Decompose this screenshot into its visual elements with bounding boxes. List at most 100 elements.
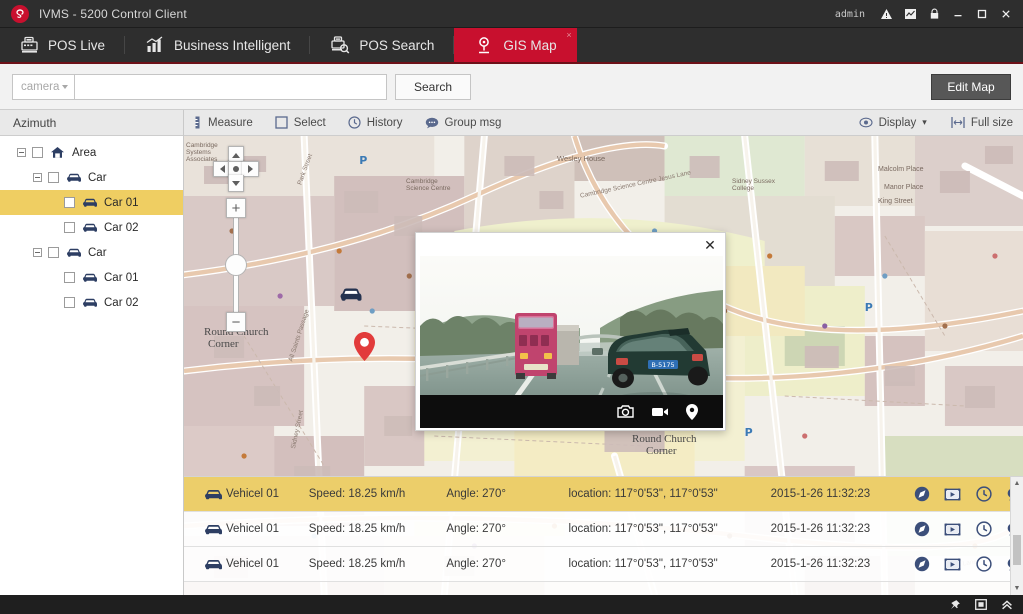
resource-type-select[interactable]: camera — [12, 73, 74, 100]
table-scrollbar[interactable]: ▲ ▼ — [1010, 477, 1023, 595]
locate-on-map-icon[interactable] — [913, 521, 930, 538]
vehicle-marker[interactable] — [339, 286, 363, 303]
tab-label: GIS Map — [503, 37, 557, 53]
alarm-warning-icon[interactable] — [875, 3, 897, 25]
expand-up-icon[interactable] — [1001, 599, 1013, 611]
expand-toggle-icon[interactable] — [33, 248, 42, 257]
expand-toggle-icon[interactable] — [33, 173, 42, 182]
maximize-icon[interactable] — [971, 3, 993, 25]
play-video-icon[interactable] — [944, 556, 961, 573]
history-clock-icon[interactable] — [975, 521, 992, 538]
measure-tool-button[interactable]: Measure — [194, 116, 253, 129]
group-msg-button[interactable]: Group msg — [425, 117, 501, 129]
tree-checkbox[interactable] — [48, 247, 59, 258]
pin-icon[interactable] — [949, 599, 961, 611]
snapshot-icon[interactable] — [617, 404, 634, 419]
full-size-button[interactable]: Full size — [951, 116, 1013, 129]
workspace: Azimuth Area Car Car 01 Car 02 Car Car 0… — [0, 110, 1023, 595]
scrollbar-thumb[interactable] — [1013, 535, 1021, 565]
tree-item-car-02[interactable]: Car 02 — [0, 215, 183, 240]
tab-pos-search[interactable]: POS Search — [310, 28, 455, 62]
tree-item-car-01[interactable]: Car 01 — [0, 265, 183, 290]
video-toolbar — [420, 395, 723, 428]
tab-pos-live[interactable]: POS Live — [0, 28, 126, 62]
expand-toggle-icon[interactable] — [17, 148, 26, 157]
panel-icon[interactable] — [975, 599, 987, 610]
tree-checkbox[interactable] — [64, 222, 75, 233]
locate-on-map-icon[interactable] — [913, 556, 930, 573]
scroll-down-icon[interactable]: ▼ — [1011, 582, 1023, 595]
history-tool-button[interactable]: History — [348, 116, 403, 129]
pan-down-button[interactable] — [228, 175, 244, 192]
search-button[interactable]: Search — [395, 73, 471, 100]
tab-gis-map[interactable]: GIS Map × — [454, 28, 577, 62]
play-video-icon[interactable] — [944, 486, 961, 503]
tab-business-intelligent[interactable]: Business Intelligent — [125, 28, 311, 62]
car-icon — [82, 197, 98, 208]
tree-item-car-group-1[interactable]: Car — [0, 165, 183, 190]
map-pan-control[interactable] — [213, 146, 259, 192]
tree-checkbox[interactable] — [32, 147, 43, 158]
row-actions — [913, 486, 1023, 503]
tree-item-car-02[interactable]: Car 02 — [0, 290, 183, 315]
history-clock-icon[interactable] — [975, 556, 992, 573]
expand-spacer — [49, 298, 58, 307]
scroll-up-icon[interactable]: ▲ — [1011, 477, 1023, 490]
expand-spacer — [49, 198, 58, 207]
map-toolbar: Measure Select History Group msg Display… — [184, 110, 1023, 136]
locate-on-map-icon[interactable] — [913, 486, 930, 503]
bar-chart-icon — [145, 36, 165, 54]
tree-checkbox[interactable] — [64, 272, 75, 283]
search-input[interactable] — [74, 73, 387, 100]
vehicle-name: Vehicel 01 — [226, 488, 280, 500]
search-bar: camera Search Edit Map — [0, 64, 1023, 110]
minimize-icon[interactable] — [947, 3, 969, 25]
tree-item-car-01-selected[interactable]: Car 01 — [0, 190, 183, 215]
tree-checkbox[interactable] — [64, 197, 75, 208]
arrow-right-icon — [247, 165, 253, 173]
play-video-icon[interactable] — [944, 521, 961, 538]
eye-icon — [859, 117, 873, 128]
tree-checkbox[interactable] — [48, 172, 59, 183]
map-toolbar-right: Display ▾ Full size — [835, 116, 1013, 129]
vehicle-speed: Speed: 18.25 km/h — [308, 488, 406, 500]
zoom-in-button[interactable]: + — [226, 198, 246, 218]
statistics-icon[interactable] — [899, 3, 921, 25]
map-canvas[interactable]: PPP PP Round Church Corner Round Church … — [184, 136, 1023, 595]
clock-icon — [348, 116, 361, 129]
tree-checkbox[interactable] — [64, 297, 75, 308]
live-video-popup[interactable]: ✕ B-5175 — [415, 232, 726, 431]
table-row[interactable]: Vehicel 01 Speed: 18.25 km/h Angle: 270°… — [184, 477, 1023, 512]
edit-map-button[interactable]: Edit Map — [931, 73, 1011, 100]
tree-item-area[interactable]: Area — [0, 140, 183, 165]
video-frame[interactable]: B-5175 — [420, 256, 723, 428]
map-zoom-control[interactable]: + − — [221, 198, 251, 332]
sidebar-header: Azimuth — [0, 110, 183, 136]
pan-right-button[interactable] — [242, 161, 259, 177]
status-bar — [0, 595, 1023, 614]
table-row[interactable]: Vehicel 01 Speed: 18.25 km/h Angle: 270°… — [184, 512, 1023, 547]
tab-close-icon[interactable]: × — [566, 31, 571, 40]
display-dropdown-button[interactable]: Display ▾ — [859, 117, 927, 129]
tree-item-car-group-2[interactable]: Car — [0, 240, 183, 265]
tree-item-label: Car 01 — [104, 196, 139, 209]
svg-text:P: P — [865, 301, 873, 314]
select-tool-button[interactable]: Select — [275, 116, 326, 129]
tree-item-label: Area — [72, 146, 97, 159]
lock-screen-icon[interactable] — [923, 3, 945, 25]
location-pin-marker[interactable] — [354, 332, 375, 361]
close-icon[interactable]: ✕ — [702, 237, 718, 253]
vehicle-location: location: 117°0'53", 117°0'53" — [568, 558, 718, 570]
center-map-icon — [233, 166, 239, 172]
locate-icon[interactable] — [686, 403, 698, 420]
history-clock-icon[interactable] — [975, 486, 992, 503]
table-row[interactable]: Vehicel 01 Speed: 18.25 km/h Angle: 270°… — [184, 547, 1023, 582]
car-icon — [204, 523, 226, 536]
current-user-label: admin — [834, 8, 865, 20]
map-label: King Street — [878, 198, 913, 205]
zoom-slider-thumb[interactable] — [225, 254, 247, 276]
zoom-out-button[interactable]: − — [226, 312, 246, 332]
record-icon[interactable] — [651, 405, 669, 418]
close-icon[interactable] — [995, 3, 1017, 25]
tab-label: POS Search — [359, 37, 435, 53]
